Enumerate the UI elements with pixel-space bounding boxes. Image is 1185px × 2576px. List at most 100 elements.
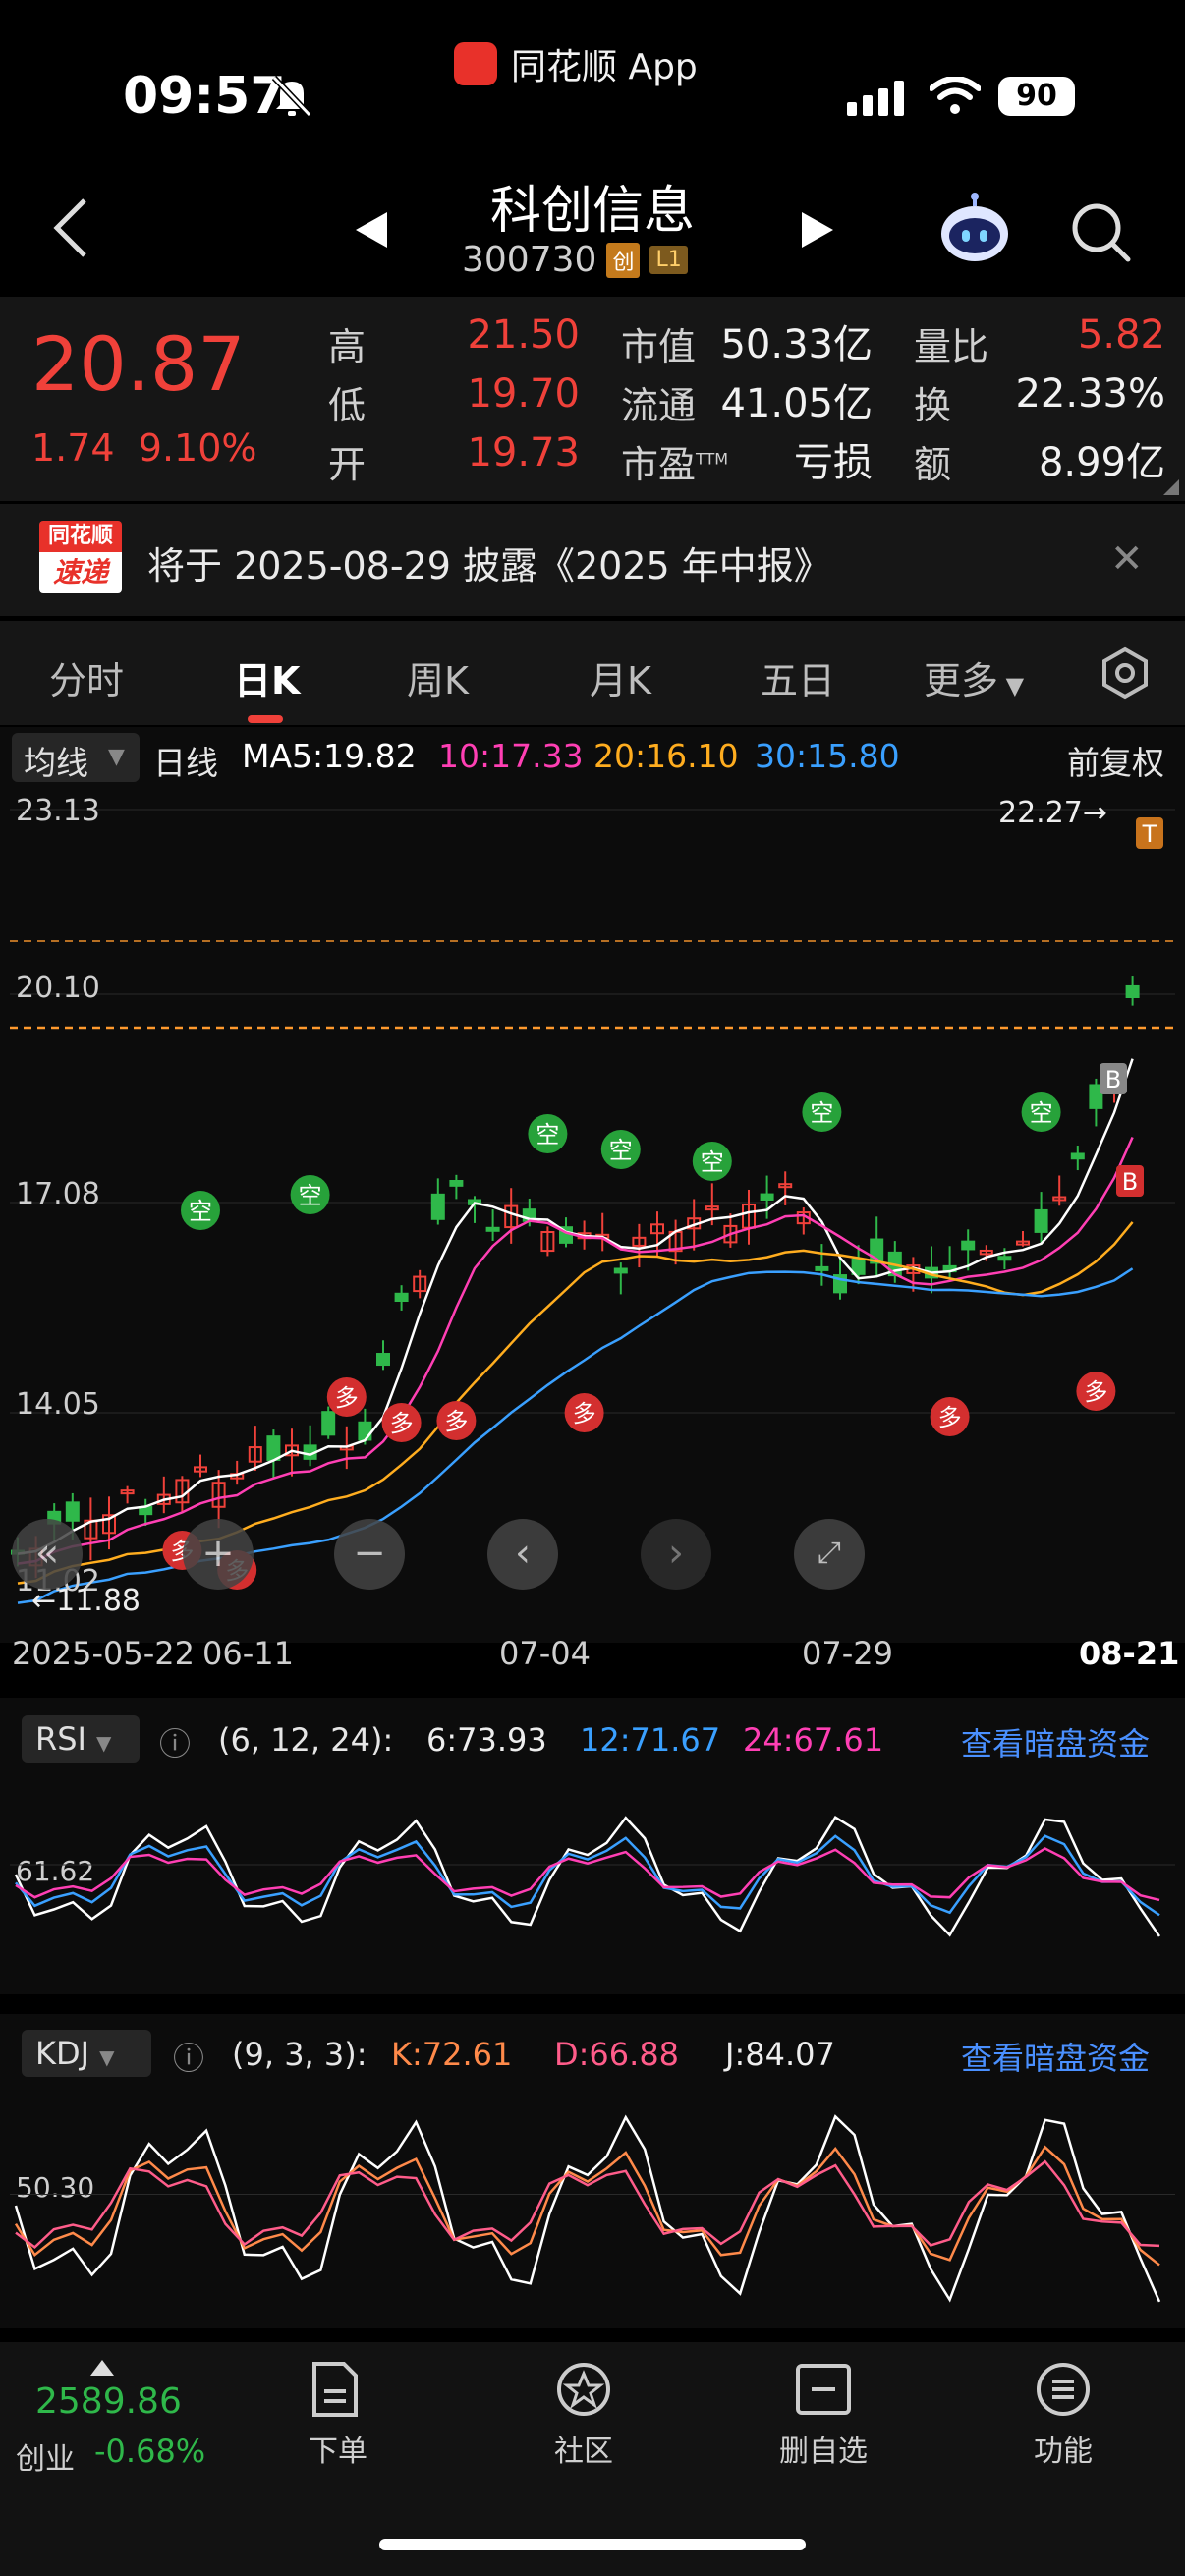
rsi-dark-pool-link[interactable]: 查看暗盘资金 [961, 1719, 1150, 1764]
chevron-down-icon: ▼ [998, 672, 1025, 700]
order-label[interactable]: 下单 [259, 2427, 417, 2470]
community-icon[interactable] [554, 2360, 613, 2419]
candle-body [449, 1179, 464, 1187]
home-indicator [379, 2539, 806, 2550]
help-icon[interactable]: ⓘ [159, 1719, 191, 1764]
kline-chart[interactable]: 空空空空空空空多多多多多多多多BBT [0, 788, 1185, 1643]
help-icon[interactable]: ⓘ [173, 2034, 204, 2079]
kong-signal-text: 空 [536, 1121, 559, 1148]
status-time: 09:57 [123, 67, 286, 126]
settings-icon[interactable] [1099, 646, 1152, 700]
app-name: 同花顺 App [511, 47, 698, 87]
community-label[interactable]: 社区 [505, 2427, 662, 2470]
app-indicator[interactable]: 同花顺 App [454, 39, 698, 88]
vol-ratio-value: 5.82 [1077, 312, 1165, 358]
candle-body [760, 1193, 774, 1202]
date-label-1: 2025-05-22 [12, 1635, 195, 1672]
close-icon[interactable]: ✕ [1110, 536, 1144, 582]
y-axis-label-4: 14.05 [16, 1387, 100, 1422]
candle-body [613, 1267, 628, 1274]
turnover-value: 22.33% [1015, 371, 1165, 417]
date-label-5: 08-21 [1079, 1635, 1180, 1672]
chevron-down-icon: ▼ [108, 745, 125, 769]
duo-signal-text: 多 [938, 1404, 962, 1431]
level-tag: L1 [649, 246, 688, 274]
kong-signal-text: 空 [189, 1198, 212, 1225]
tab-weekly-k[interactable]: 周K [407, 650, 469, 704]
change-percent: 9.10% [138, 426, 257, 470]
change-value: 1.74 [31, 426, 115, 470]
app-logo-icon [454, 42, 497, 85]
function-menu-icon[interactable] [1034, 2360, 1093, 2419]
tab-five-day[interactable]: 五日 [761, 650, 835, 704]
ma30-value: 30:15.80 [755, 737, 900, 775]
ma5-value: MA5:19.82 [242, 737, 417, 775]
ma-period: 日线 [153, 744, 218, 782]
last-price: 20.87 [31, 320, 246, 408]
rsi-select[interactable]: RSI ▼ [22, 1715, 140, 1763]
expand-corner-icon[interactable] [1163, 479, 1179, 495]
candle-body [430, 1193, 445, 1220]
kdj-d-value: D:66.88 [554, 2036, 680, 2073]
adjust-mode[interactable]: 前复权 [1067, 737, 1164, 784]
board-tag: 创 [606, 242, 641, 278]
duo-signal-text: 多 [444, 1408, 468, 1435]
active-tab-indicator [248, 715, 283, 723]
news-text[interactable]: 将于 2025-08-29 披露《2025 年中报》 [147, 535, 831, 589]
cellular-signal-icon [847, 81, 904, 116]
mcap-label: 市值 [621, 325, 697, 368]
index-change: -0.68% [94, 2433, 206, 2470]
candle-body [358, 1421, 372, 1441]
tab-more[interactable]: 更多 ▼ [924, 650, 1024, 704]
chevron-down-icon: ▼ [99, 2045, 115, 2069]
y-axis-label-3: 17.08 [16, 1177, 100, 1211]
kong-signal-text: 空 [299, 1182, 322, 1209]
top-signal-text: T [1142, 820, 1157, 848]
buy-signal-text: B [1122, 1168, 1138, 1196]
collapse-left-icon[interactable]: « [12, 1519, 83, 1590]
zoom-out-icon[interactable]: − [334, 1519, 405, 1590]
ma20-value: 20:16.10 [593, 737, 739, 775]
function-label[interactable]: 功能 [985, 2427, 1142, 2470]
date-label-4: 07-29 [802, 1635, 893, 1672]
kdj-select[interactable]: KDJ ▼ [22, 2030, 151, 2077]
tab-intraday[interactable]: 分时 [49, 650, 124, 704]
date-label-2: 06-11 [202, 1635, 294, 1672]
order-icon[interactable] [309, 2360, 362, 2419]
tab-daily-k[interactable]: 日K [234, 650, 300, 704]
zoom-in-icon[interactable]: + [183, 1519, 254, 1590]
search-icon[interactable] [1069, 200, 1132, 263]
remove-watchlist-icon[interactable] [794, 2360, 853, 2419]
kdj-j-value: J:84.07 [725, 2036, 835, 2073]
indicator-line [14, 2145, 1160, 2267]
high-price-marker: 22.27→ [998, 796, 1108, 830]
kdj-params: (9, 3, 3): [232, 2036, 367, 2073]
candle-body [1125, 984, 1140, 998]
rsi12-value: 12:71.67 [580, 1721, 721, 1759]
scroll-right-icon[interactable]: › [641, 1519, 711, 1590]
scroll-left-icon[interactable]: ‹ [487, 1519, 558, 1590]
indicator-line [14, 1816, 1161, 1937]
candle-body [815, 1265, 829, 1271]
fullscreen-icon[interactable]: ⤢ [794, 1519, 865, 1590]
ai-assistant-icon[interactable] [937, 193, 1012, 267]
float-value: 41.05亿 [720, 381, 873, 426]
index-value[interactable]: 2589.86 [35, 2381, 182, 2422]
battery-indicator: 90 [998, 77, 1075, 116]
kong-signal-text: 空 [701, 1148, 724, 1176]
bell-muted-icon [271, 75, 312, 118]
y-axis-label-2: 20.10 [16, 971, 100, 1005]
remove-watchlist-label[interactable]: 删自选 [745, 2427, 902, 2470]
signals: 空空空空空空空多多多多多多多多BBT [162, 817, 1163, 1590]
duo-signal-text: 多 [1084, 1378, 1107, 1406]
stock-code: 300730 [462, 240, 597, 280]
amount-value: 8.99亿 [1038, 440, 1165, 485]
kdj-dark-pool-link[interactable]: 查看暗盘资金 [961, 2034, 1150, 2079]
tab-monthly-k[interactable]: 月K [590, 650, 651, 704]
chart-grid [10, 809, 1175, 1414]
rsi6-value: 6:73.93 [426, 1721, 547, 1759]
price-change: 1.74 9.10% [31, 426, 257, 470]
indicator-select[interactable]: 均线 ▼ [12, 733, 140, 782]
duo-signal-text: 多 [573, 1400, 596, 1428]
index-up-icon [90, 2360, 114, 2376]
